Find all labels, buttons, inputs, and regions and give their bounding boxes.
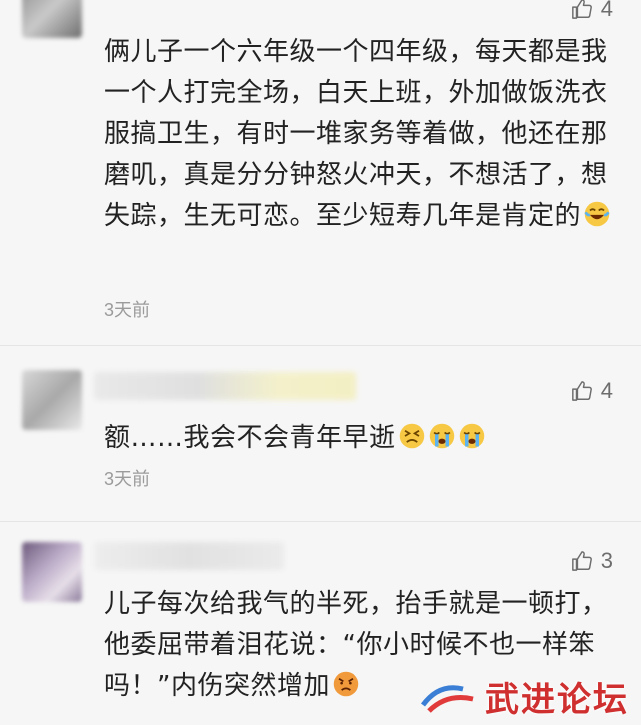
watermark: 武进论坛: [419, 672, 629, 721]
like-count: 4: [600, 0, 613, 21]
forum-logo-icon: [420, 684, 474, 713]
username[interactable]: [94, 542, 284, 570]
comment-time: 3天前: [104, 300, 151, 320]
persevering-emoji: [399, 423, 424, 449]
comment-text: 俩儿子一个六年级一个四年级，每天都是我一个人打完全场，白天上班，外加做饭洗衣服搞…: [104, 32, 618, 237]
avatar[interactable]: [22, 542, 82, 602]
avatar[interactable]: [22, 0, 82, 38]
comment-body: 额……我会不会青年早逝: [104, 423, 396, 453]
thumbs-up-icon: [571, 551, 592, 571]
comment-text: 额……我会不会青年早逝: [104, 418, 618, 459]
like-button[interactable]: 4: [571, 378, 613, 404]
thumbs-up-icon: [571, 381, 592, 401]
comment-time: 3天前: [104, 469, 151, 489]
like-count: 3: [600, 548, 613, 573]
crying-emoji: [459, 423, 484, 449]
comment-item: 4 额……我会不会青年早逝 3天前: [0, 346, 641, 521]
like-button[interactable]: 3: [571, 548, 613, 574]
laughing-tears-emoji: [584, 201, 610, 227]
like-count: 4: [600, 378, 613, 403]
crying-emoji: [429, 423, 454, 449]
thumbs-up-icon: [571, 0, 592, 19]
angry-emoji: [333, 671, 359, 697]
comment-item: 4 俩儿子一个六年级一个四年级，每天都是我一个人打完全场，白天上班，外加做饭洗衣…: [0, 0, 641, 345]
avatar[interactable]: [22, 370, 82, 430]
like-button[interactable]: 4: [571, 0, 613, 22]
comment-body: 俩儿子一个六年级一个四年级，每天都是我一个人打完全场，白天上班，外加做饭洗衣服搞…: [104, 37, 608, 231]
username[interactable]: [94, 372, 356, 400]
watermark-text: 武进论坛: [485, 680, 629, 720]
